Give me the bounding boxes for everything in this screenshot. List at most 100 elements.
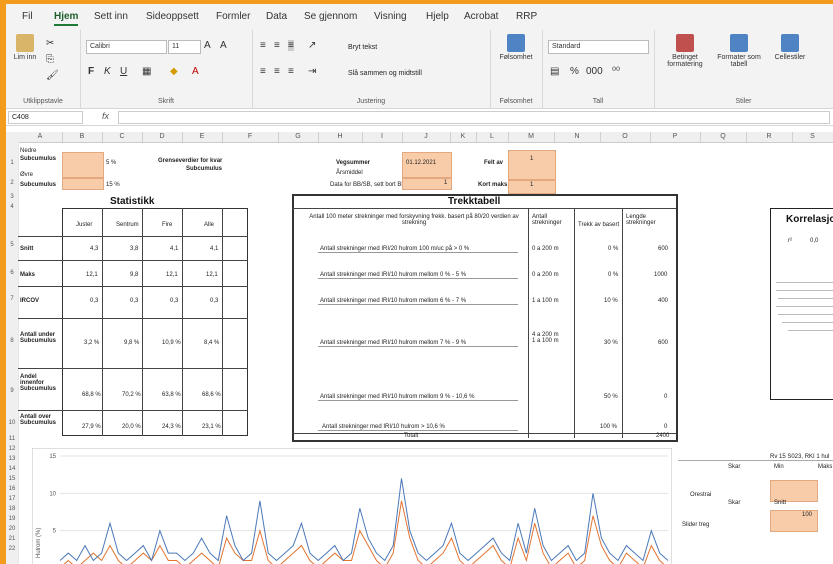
stats-cell[interactable]: 0,3 [210, 298, 218, 304]
tab-file[interactable]: Fil [22, 11, 33, 22]
col-header-k[interactable]: K [450, 132, 477, 142]
fx-icon[interactable]: fx [102, 111, 109, 121]
stats-cell[interactable]: 63,8 % [162, 392, 181, 398]
cell-c2[interactable]: 15 % [106, 182, 120, 188]
row-header[interactable]: 16 [6, 486, 18, 492]
col-header-r[interactable]: R [746, 132, 793, 142]
col-header-g[interactable]: G [278, 132, 319, 142]
cut-icon[interactable]: ✂ [46, 38, 54, 49]
indent-icon[interactable]: ⇥ [308, 66, 316, 77]
font-color-icon[interactable]: A [192, 66, 199, 77]
col-header-i[interactable]: I [362, 132, 403, 142]
align-center-icon[interactable]: ≡ [274, 66, 280, 77]
trekk-row-len[interactable]: 400 [658, 298, 668, 304]
cell-h3[interactable]: Data for BB/SB, sett bort BB [330, 182, 405, 188]
cell-a2[interactable]: Øvre [20, 172, 33, 178]
stats-cell[interactable]: 0,3 [90, 298, 98, 304]
hulrom-chart[interactable]: 151050 Hulrom (%) [32, 448, 672, 564]
cell-l3[interactable]: Kort maks [478, 182, 507, 188]
trekk-row-len[interactable]: 600 [658, 246, 668, 252]
font-name-select[interactable]: Calibri [86, 40, 167, 54]
tab-page-layout[interactable]: Sideoppsett [146, 11, 199, 22]
col-header-a[interactable]: A [18, 132, 63, 142]
tab-home[interactable]: Hjem [54, 11, 79, 26]
row-header[interactable]: 7 [6, 296, 18, 302]
stats-cell[interactable]: 3,2 % [84, 340, 99, 346]
row-header[interactable]: 21 [6, 536, 18, 542]
stats-cell[interactable]: 23,1 % [202, 424, 221, 430]
cell-d1[interactable]: Grenseverdier for kvar [158, 158, 222, 164]
trekk-row-pct[interactable]: 0 % [608, 272, 618, 278]
cell-c1[interactable]: 5 % [106, 160, 116, 166]
stats-cell[interactable]: 24,3 % [162, 424, 181, 430]
row-header[interactable]: 15 [6, 476, 18, 482]
col-header-p[interactable]: P [650, 132, 701, 142]
trekk-row-len[interactable]: 600 [658, 340, 668, 346]
stats-cell[interactable]: 20,0 % [122, 424, 141, 430]
stats-cell[interactable]: 8,4 % [204, 340, 219, 346]
row-header[interactable]: 2 [6, 180, 18, 186]
col-header-b[interactable]: B [62, 132, 103, 142]
fill-color-icon[interactable]: ◆ [170, 66, 178, 77]
trekk-row-count[interactable]: 0 a 200 m [532, 272, 559, 278]
row-header[interactable]: 10 [6, 420, 18, 426]
col-header-s[interactable]: S [792, 132, 833, 142]
cell-m3[interactable]: 1 [530, 182, 533, 188]
row-header[interactable]: 3 [6, 194, 18, 200]
name-box[interactable]: C408 [8, 111, 83, 124]
cell-styles-button[interactable]: Cellestiler [768, 34, 812, 61]
trekk-row-count[interactable]: 0 a 200 m [532, 246, 559, 252]
worksheet[interactable]: Nedre Subcumulus Øvre Subcumulus 5 % 15 … [18, 142, 833, 564]
stats-cell[interactable]: 9,8 [130, 272, 138, 278]
stats-cell[interactable]: 3,8 [130, 246, 138, 252]
formula-input[interactable] [118, 111, 830, 124]
align-top-icon[interactable]: ≡ [260, 40, 266, 51]
col-header-c[interactable]: C [102, 132, 143, 142]
row-header[interactable]: 20 [6, 526, 18, 532]
cell-a1b[interactable]: Subcumulus [20, 156, 56, 162]
col-header-o[interactable]: O [600, 132, 651, 142]
tab-insert[interactable]: Sett inn [94, 11, 128, 22]
paste-button[interactable]: Lim inn [12, 34, 38, 61]
shrink-font-icon[interactable]: A [220, 40, 227, 51]
tab-formulas[interactable]: Formler [216, 11, 250, 22]
row-header[interactable]: 11 [6, 436, 18, 442]
trekk-row-pct[interactable]: 10 % [604, 298, 618, 304]
col-header-f[interactable]: F [222, 132, 279, 142]
col-header-m[interactable]: M [508, 132, 555, 142]
trekk-total-value[interactable]: 2400 [656, 433, 669, 439]
stats-cell[interactable]: 9,8 % [124, 340, 139, 346]
stats-cell[interactable]: 4,3 [90, 246, 98, 252]
stats-cell[interactable]: 0,3 [130, 298, 138, 304]
stats-cell[interactable]: 68,8 % [82, 392, 101, 398]
orientation-icon[interactable]: ↗ [308, 40, 316, 51]
tab-acrobat[interactable]: Acrobat [464, 11, 498, 22]
trekk-row-len[interactable]: 0 [664, 394, 667, 400]
input-cell-lower[interactable] [62, 152, 104, 178]
row-header[interactable]: 19 [6, 516, 18, 522]
cell-l1[interactable]: Felt av [484, 160, 503, 166]
row-header[interactable]: 5 [6, 242, 18, 248]
trekk-row-count[interactable]: 1 a 100 m [532, 298, 559, 304]
cell-j3[interactable]: 1 [444, 180, 447, 186]
col-header-q[interactable]: Q [700, 132, 747, 142]
row-header[interactable]: 4 [6, 204, 18, 210]
border-icon[interactable]: ▦ [142, 66, 151, 77]
stats-cell[interactable]: 10,9 % [162, 340, 181, 346]
row-header[interactable]: 13 [6, 456, 18, 462]
trekk-row-pct[interactable]: 50 % [604, 394, 618, 400]
percent-icon[interactable]: % [570, 66, 579, 77]
col-header-l[interactable]: L [476, 132, 509, 142]
decimal-icon[interactable]: ⁰⁰ [612, 66, 620, 77]
row-header[interactable]: 6 [6, 270, 18, 276]
tab-view[interactable]: Visning [374, 11, 407, 22]
row-header[interactable]: 8 [6, 338, 18, 344]
row-header[interactable]: 1 [6, 160, 18, 166]
italic-icon[interactable]: K [104, 66, 111, 77]
input-field-cell[interactable] [508, 150, 556, 180]
grow-font-icon[interactable]: A [204, 40, 211, 51]
thousands-icon[interactable]: 000 [586, 66, 603, 77]
number-format-select[interactable]: Standard [548, 40, 649, 54]
stats-cell[interactable]: 4,1 [210, 246, 218, 252]
cell-h2[interactable]: Årsmiddel [336, 170, 363, 176]
